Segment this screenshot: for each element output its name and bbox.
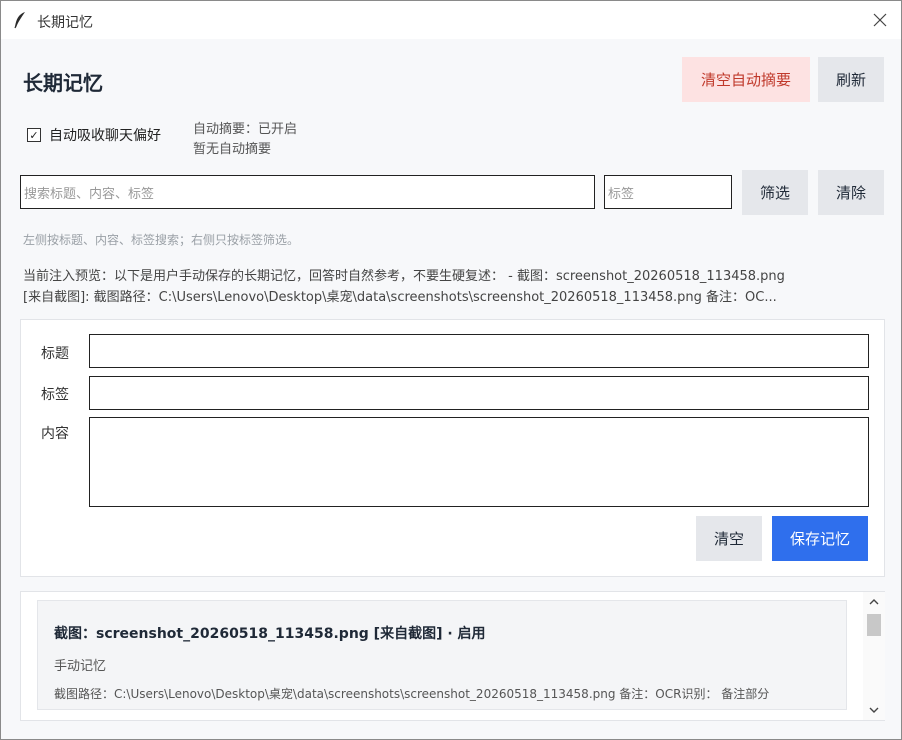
search-hint: 左侧按标题、内容、标签搜索；右侧只按标签筛选。	[23, 233, 300, 247]
search-input[interactable]: 搜索标题、内容、标签	[20, 175, 595, 209]
filter-button[interactable]: 筛选	[742, 170, 808, 215]
title-label: 标题	[41, 346, 69, 362]
content-label: 内容	[41, 426, 69, 442]
page-title: 长期记忆	[23, 71, 103, 95]
injection-preview-line-2: [来自截图]: 截图路径：C:\Users\Lenovo\Desktop\桌宠\…	[23, 290, 777, 305]
tags-input[interactable]	[89, 376, 869, 410]
memory-list: 截图：screenshot_20260518_113458.png [来自截图]…	[20, 591, 885, 721]
chevron-up-icon[interactable]	[863, 594, 885, 610]
refresh-button[interactable]: 刷新	[818, 57, 884, 102]
clear-form-button[interactable]: 清空	[696, 516, 762, 561]
feather-icon	[14, 12, 25, 29]
auto-absorb-toggle[interactable]: ✓ 自动吸收聊天偏好	[27, 125, 161, 145]
auto-summary-status: 自动摘要：已开启	[193, 122, 298, 137]
title-bar: 长期记忆	[1, 1, 901, 39]
save-memory-button[interactable]: 保存记忆	[772, 516, 868, 561]
title-input[interactable]	[89, 334, 869, 368]
tags-label: 标签	[41, 387, 69, 403]
auto-absorb-checkbox[interactable]: ✓	[27, 128, 41, 142]
long-term-memory-window: 长期记忆 长期记忆 清空自动摘要 刷新 ✓ 自动吸收聊天偏好 自动摘要：已开启 …	[0, 0, 902, 740]
list-scrollbar[interactable]	[863, 592, 885, 720]
auto-absorb-label: 自动吸收聊天偏好	[49, 128, 161, 144]
memory-item-type: 手动记忆	[54, 659, 107, 674]
chevron-down-icon[interactable]	[863, 702, 885, 718]
tag-filter-input[interactable]: 标签	[604, 175, 732, 209]
no-summary-status: 暂无自动摘要	[193, 142, 272, 157]
injection-preview-line-1: 当前注入预览：以下是用户手动保存的长期记忆，回答时自然参考，不要生硬复述： - …	[23, 269, 785, 284]
window-title: 长期记忆	[37, 15, 93, 31]
memory-item-title: 截图：screenshot_20260518_113458.png [来自截图]…	[54, 626, 486, 642]
clear-auto-summary-button[interactable]: 清空自动摘要	[682, 57, 810, 102]
memory-item-detail: 截图路径：C:\Users\Lenovo\Desktop\桌宠\data\scr…	[54, 687, 770, 701]
memory-form: 标题 标签 内容 清空 保存记忆	[20, 319, 885, 577]
clear-filter-button[interactable]: 清除	[818, 170, 884, 215]
content-textarea[interactable]	[89, 417, 869, 507]
close-icon[interactable]	[870, 10, 890, 30]
scroll-thumb[interactable]	[867, 614, 881, 636]
list-item[interactable]: 截图：screenshot_20260518_113458.png [来自截图]…	[37, 600, 847, 710]
